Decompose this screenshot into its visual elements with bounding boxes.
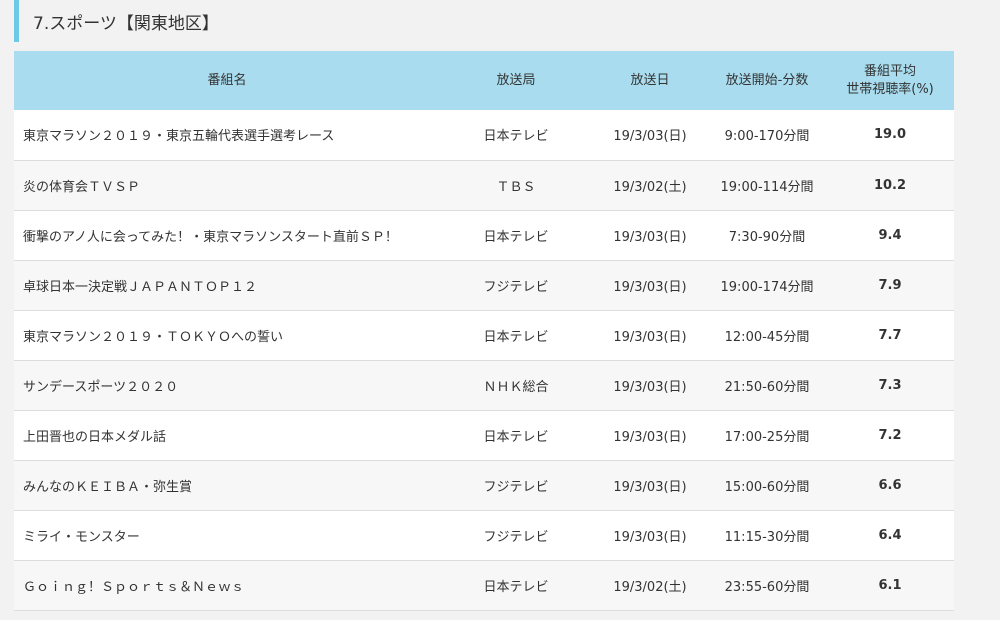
column-header-start-duration: 放送開始-分数 — [725, 72, 809, 88]
station-cell: 日本テレビ — [483, 229, 549, 245]
table-row: ミライ・モンスター フジテレビ 19/3/03(日) 11:15-30分間 6.… — [14, 510, 954, 560]
table-row: みんなのＫＥＩＢＡ・弥生賞 フジテレビ 19/3/03(日) 15:00-60分… — [14, 460, 954, 510]
station-cell: 日本テレビ — [483, 579, 549, 595]
column-header-rating-line2: 世帯視聴率(%) — [846, 81, 934, 97]
column-header-station: 放送局 — [496, 72, 536, 88]
start-duration-cell: 15:00-60分間 — [724, 479, 810, 495]
rating-cell: 6.6 — [878, 477, 902, 493]
section-header: 7.スポーツ【関東地区】 — [14, 0, 954, 42]
broadcast-date-cell: 19/3/03(日) — [613, 129, 687, 145]
program-name-cell: 卓球日本一決定戦ＪＡＰＡＮＴＯＰ１２ — [23, 279, 258, 295]
broadcast-date-cell: 19/3/03(日) — [613, 329, 687, 345]
program-name-cell: Ｇｏｉｎｇ！Ｓｐｏｒｔｓ＆Ｎｅｗｓ — [23, 579, 245, 595]
table-row: 上田晋也の日本メダル話 日本テレビ 19/3/03(日) 17:00-25分間 … — [14, 410, 954, 460]
start-duration-cell: 21:50-60分間 — [724, 379, 810, 395]
broadcast-date-cell: 19/3/03(日) — [613, 429, 687, 445]
station-cell: フジテレビ — [483, 479, 549, 495]
program-name-cell: サンデースポーツ２０２０ — [23, 379, 179, 395]
program-name-cell: 衝撃のアノ人に会ってみた！・東京マラソンスタート直前ＳＰ！ — [23, 229, 398, 245]
program-name-cell: 東京マラソン２０１９・ＴＯＫＹＯへの誓い — [23, 329, 284, 345]
station-cell: 日本テレビ — [483, 429, 549, 445]
program-name-cell: 炎の体育会ＴＶＳＰ — [23, 179, 141, 195]
section-title: 7.スポーツ【関東地区】 — [33, 13, 219, 34]
broadcast-date-cell: 19/3/02(土) — [613, 179, 687, 195]
start-duration-cell: 7:30-90分間 — [728, 229, 806, 245]
broadcast-date-cell: 19/3/03(日) — [613, 379, 687, 395]
rating-cell: 7.7 — [878, 327, 902, 343]
table-header-row: 番組名 放送局 放送日 放送開始-分数 番組平均 世帯視聴率(%) — [14, 51, 954, 110]
rating-cell: 19.0 — [873, 127, 907, 143]
broadcast-date-cell: 19/3/02(土) — [613, 579, 687, 595]
broadcast-date-cell: 19/3/03(日) — [613, 279, 687, 295]
station-cell: フジテレビ — [483, 279, 549, 295]
ratings-table: 番組名 放送局 放送日 放送開始-分数 番組平均 世帯視聴率(%) 東京マラソン… — [14, 51, 954, 611]
program-name-cell: 上田晋也の日本メダル話 — [23, 429, 167, 445]
rating-cell: 10.2 — [873, 177, 907, 193]
column-header-date: 放送日 — [630, 72, 670, 88]
table-row: 東京マラソン２０１９・ＴＯＫＹＯへの誓い 日本テレビ 19/3/03(日) 12… — [14, 310, 954, 360]
column-header-program: 番組名 — [207, 72, 247, 88]
station-cell: ＴＢＳ — [496, 179, 536, 195]
rating-cell: 7.9 — [878, 277, 902, 293]
start-duration-cell: 23:55-60分間 — [724, 579, 810, 595]
start-duration-cell: 9:00-170分間 — [724, 129, 810, 145]
rating-cell: 6.1 — [878, 577, 902, 593]
start-duration-cell: 17:00-25分間 — [724, 429, 810, 445]
start-duration-cell: 19:00-114分間 — [720, 179, 814, 195]
start-duration-cell: 11:15-30分間 — [724, 529, 810, 545]
program-name-cell: みんなのＫＥＩＢＡ・弥生賞 — [23, 479, 193, 495]
table-row: 卓球日本一決定戦ＪＡＰＡＮＴＯＰ１２ フジテレビ 19/3/03(日) 19:0… — [14, 260, 954, 310]
table-row: 炎の体育会ＴＶＳＰ ＴＢＳ 19/3/02(土) 19:00-114分間 10.… — [14, 160, 954, 210]
broadcast-date-cell: 19/3/03(日) — [613, 529, 687, 545]
start-duration-cell: 19:00-174分間 — [720, 279, 814, 295]
column-header-rating: 番組平均 世帯視聴率(%) — [826, 51, 954, 110]
rating-cell: 7.3 — [878, 377, 902, 393]
program-name-cell: 東京マラソン２０１９・東京五輪代表選手選考レース — [23, 129, 335, 145]
start-duration-cell: 12:00-45分間 — [724, 329, 810, 345]
table-row: サンデースポーツ２０２０ ＮＨＫ総合 19/3/03(日) 21:50-60分間… — [14, 360, 954, 410]
station-cell: 日本テレビ — [483, 329, 549, 345]
program-name-cell: ミライ・モンスター — [23, 529, 140, 545]
rating-cell: 9.4 — [878, 227, 902, 243]
table-row: 衝撃のアノ人に会ってみた！・東京マラソンスタート直前ＳＰ！ 日本テレビ 19/3… — [14, 210, 954, 260]
broadcast-date-cell: 19/3/03(日) — [613, 229, 687, 245]
column-header-rating-line1: 番組平均 — [863, 63, 916, 79]
rating-cell: 7.2 — [878, 427, 902, 443]
station-cell: 日本テレビ — [483, 129, 549, 145]
station-cell: フジテレビ — [483, 529, 549, 545]
table-row: Ｇｏｉｎｇ！Ｓｐｏｒｔｓ＆Ｎｅｗｓ 日本テレビ 19/3/02(土) 23:55… — [14, 560, 954, 610]
broadcast-date-cell: 19/3/03(日) — [613, 479, 687, 495]
rating-cell: 6.4 — [878, 527, 902, 543]
table-row: 東京マラソン２０１９・東京五輪代表選手選考レース 日本テレビ 19/3/03(日… — [14, 110, 954, 160]
station-cell: ＮＨＫ総合 — [483, 379, 549, 395]
